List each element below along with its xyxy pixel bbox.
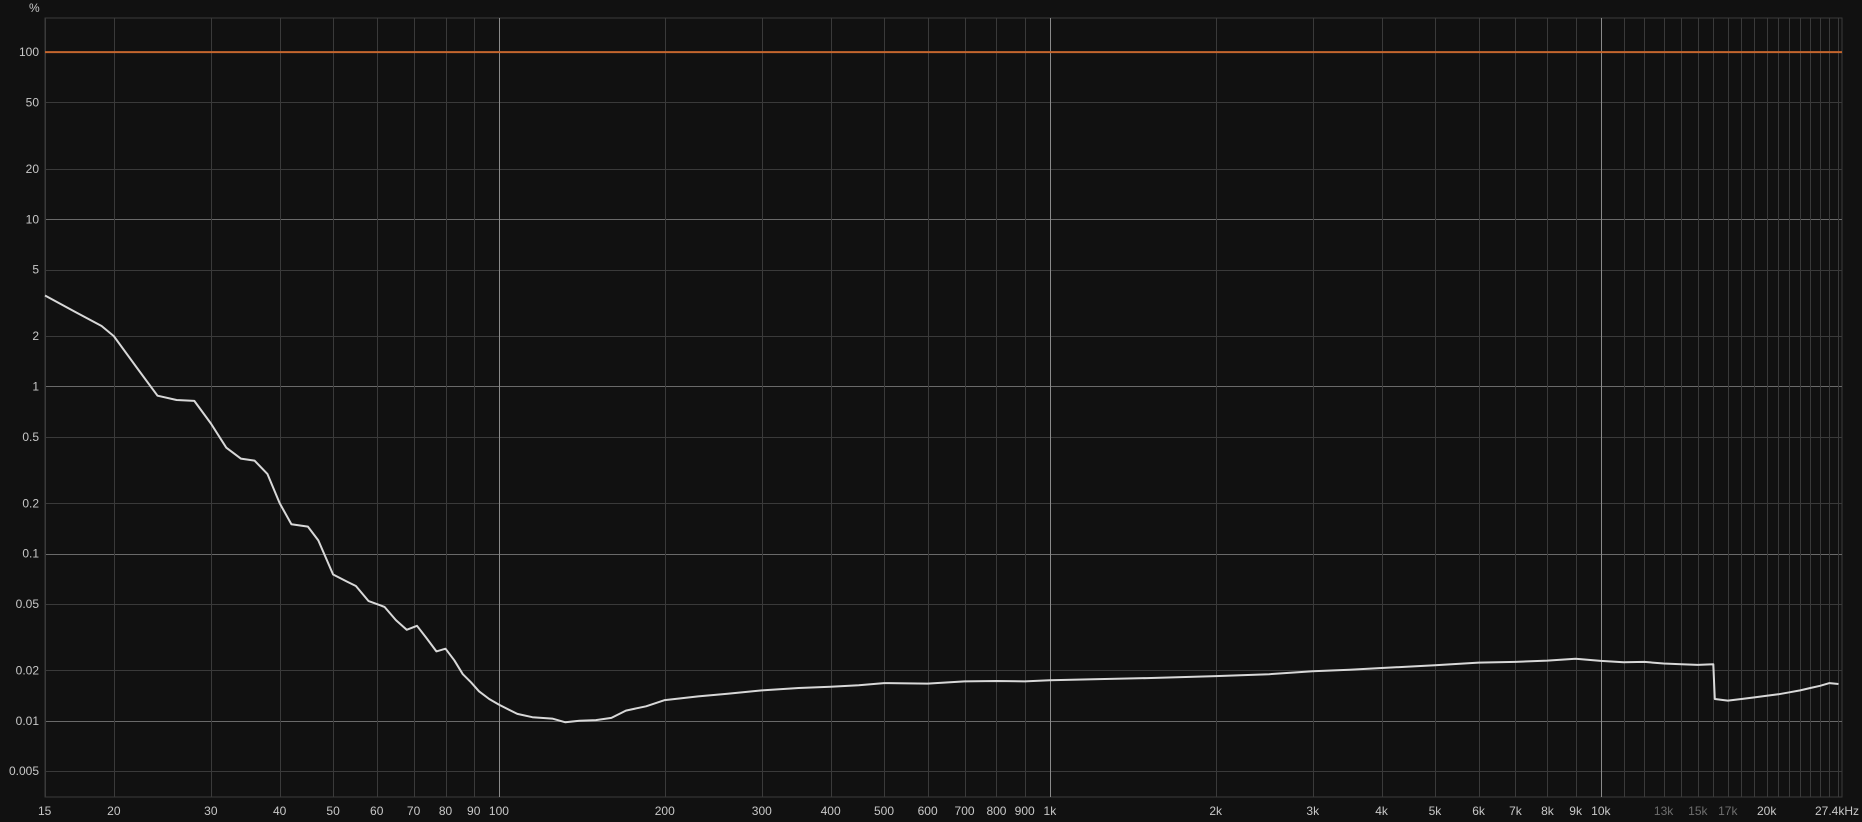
x-tick-label: 1k: [1044, 804, 1058, 818]
y-tick-label: 2: [32, 329, 39, 343]
x-tick-label: 7k: [1509, 804, 1523, 818]
x-tick-label: 900: [1015, 804, 1035, 818]
x-tick-label: 20k: [1757, 804, 1777, 818]
x-tick-label: 100: [489, 804, 509, 818]
y-tick-label: 20: [26, 162, 40, 176]
x-tick-label: 600: [918, 804, 938, 818]
x-tick-label: 27.4kHz: [1815, 804, 1859, 818]
y-tick-label: 0.1: [22, 547, 39, 561]
x-tick-label: 10k: [1591, 804, 1611, 818]
y-tick-label: 0.02: [16, 663, 40, 677]
x-tick-label: 80: [439, 804, 453, 818]
plot-background: [0, 0, 1862, 822]
x-tick-label: 700: [955, 804, 975, 818]
x-tick-label: 5k: [1429, 804, 1443, 818]
y-tick-label: 50: [26, 95, 40, 109]
y-tick-label: 0.5: [22, 430, 39, 444]
x-tick-label: 4k: [1375, 804, 1389, 818]
x-tick-label: 17k: [1718, 804, 1738, 818]
y-tick-label: 0.05: [16, 597, 40, 611]
x-tick-label: 50: [326, 804, 340, 818]
x-tick-label: 8k: [1541, 804, 1555, 818]
x-tick-label: 400: [821, 804, 841, 818]
x-tick-label: 60: [370, 804, 384, 818]
x-tick-label: 200: [655, 804, 675, 818]
y-unit-label: %: [29, 1, 40, 15]
y-tick-label: 10: [26, 212, 40, 226]
x-tick-label: 2k: [1209, 804, 1223, 818]
y-tick-label: 5: [32, 263, 39, 277]
x-tick-label: 6k: [1472, 804, 1486, 818]
y-tick-label: 100: [19, 45, 39, 59]
x-tick-label: 20: [107, 804, 121, 818]
x-tick-label: 3k: [1306, 804, 1320, 818]
x-tick-label: 300: [752, 804, 772, 818]
x-tick-label: 30: [204, 804, 218, 818]
y-tick-label: 1: [32, 379, 39, 393]
y-tick-label: 0.2: [22, 496, 39, 510]
distortion-chart: 100 50 20 10 5 2 1 0.5 0.2 0.1 0.05 0.02 0.01 0.005 1…: [0, 0, 1862, 822]
x-tick-label: 90: [467, 804, 481, 818]
x-tick-label: 9k: [1569, 804, 1583, 818]
y-tick-label: 0.01: [16, 714, 40, 728]
y-tick-label: 0.005: [9, 764, 39, 778]
x-tick-label: 70: [407, 804, 421, 818]
x-tick-label: 500: [874, 804, 894, 818]
x-tick-label: 15k: [1688, 804, 1708, 818]
x-tick-label: 13k: [1654, 804, 1674, 818]
x-tick-label: 15: [38, 804, 52, 818]
x-tick-label: 40: [273, 804, 287, 818]
x-tick-label: 800: [986, 804, 1006, 818]
